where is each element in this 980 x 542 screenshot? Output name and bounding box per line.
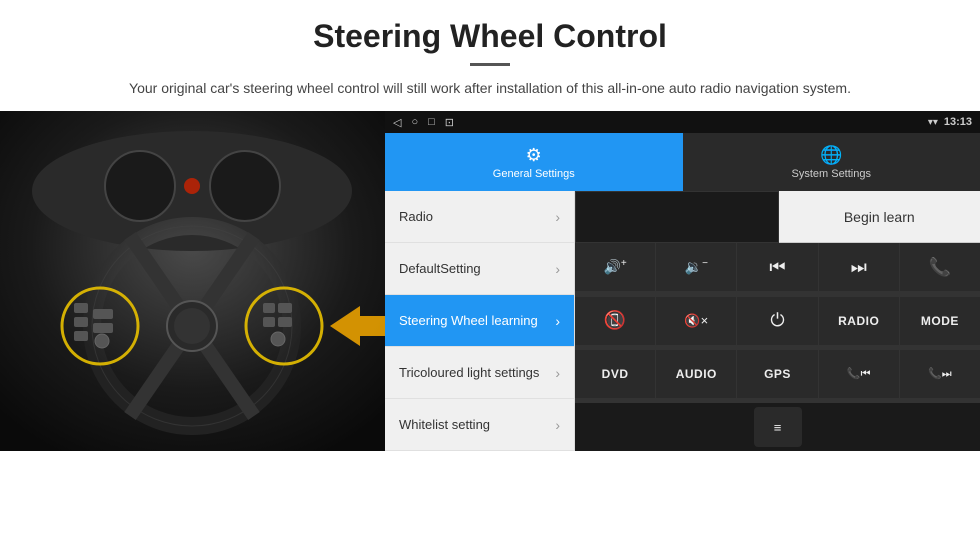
hang-up-button[interactable]: 📵 xyxy=(575,297,655,345)
menu-item-steering-arrow: › xyxy=(555,313,560,329)
menu-item-radio-arrow: › xyxy=(555,209,560,225)
header-section: Steering Wheel Control Your original car… xyxy=(0,0,980,111)
mode-button[interactable]: MODE xyxy=(900,297,980,345)
audio-label: AUDIO xyxy=(676,367,717,381)
status-time: 13:13 xyxy=(944,116,972,128)
empty-slot xyxy=(575,191,779,243)
tel-prev-button[interactable]: 📞⏮ xyxy=(819,350,899,398)
bottom-control-row: ≡ xyxy=(575,403,980,451)
menu-item-tricoloured-label: Tricoloured light settings xyxy=(399,365,539,380)
content-area: ◁ ○ □ ⊡ ▾▾ 13:13 ⚙ General Settings 🌐 Sy… xyxy=(0,111,980,451)
gps-button[interactable]: GPS xyxy=(737,350,817,398)
status-bar: ◁ ○ □ ⊡ ▾▾ 13:13 xyxy=(385,111,980,133)
phone-icon: 📞 xyxy=(929,257,951,278)
volume-up-button[interactable]: 🔊+ xyxy=(575,243,655,291)
menu-item-whitelist-label: Whitelist setting xyxy=(399,417,490,432)
menu-nav-icon[interactable]: ⊡ xyxy=(445,116,454,129)
general-settings-icon: ⚙ xyxy=(526,145,542,166)
tab-bar: ⚙ General Settings 🌐 System Settings xyxy=(385,133,980,191)
phone-button[interactable]: 📞 xyxy=(900,243,980,291)
dvd-label: DVD xyxy=(602,367,629,381)
menu-item-steering-label: Steering Wheel learning xyxy=(399,313,538,328)
begin-learn-row: Begin learn xyxy=(575,191,980,243)
menu-item-whitelist-arrow: › xyxy=(555,417,560,433)
menu-item-tricoloured-arrow: › xyxy=(555,365,560,381)
dvd-button[interactable]: DVD xyxy=(575,350,655,398)
menu-item-steering[interactable]: Steering Wheel learning › xyxy=(385,295,574,347)
wifi-icon: ▾▾ xyxy=(928,117,938,128)
menu-item-default-arrow: › xyxy=(555,261,560,277)
menu-item-radio[interactable]: Radio › xyxy=(385,191,574,243)
begin-learn-button[interactable]: Begin learn xyxy=(779,191,980,243)
list-button[interactable]: ≡ xyxy=(754,407,802,447)
status-bar-nav: ◁ ○ □ ⊡ xyxy=(393,116,454,129)
mute-icon: 🔇× xyxy=(684,313,708,329)
steering-wheel-image xyxy=(0,111,385,451)
volume-up-icon: 🔊+ xyxy=(603,258,626,276)
menu-item-tricoloured[interactable]: Tricoloured light settings › xyxy=(385,347,574,399)
mute-button[interactable]: 🔇× xyxy=(656,297,736,345)
title-divider xyxy=(470,63,510,66)
control-button-grid: 🔊+ 🔉− ⏮ ⏭ 📞 📵 xyxy=(575,243,980,403)
audio-button[interactable]: AUDIO xyxy=(656,350,736,398)
tab-general-label: General Settings xyxy=(493,168,575,180)
menu-items-list: Radio › DefaultSetting › Steering Wheel … xyxy=(385,191,575,451)
next-track-icon: ⏭ xyxy=(851,257,867,278)
tel-prev-icon: 📞⏮ xyxy=(847,367,871,381)
back-nav-icon[interactable]: ◁ xyxy=(393,116,401,129)
page-title: Steering Wheel Control xyxy=(40,18,940,55)
tab-general-settings[interactable]: ⚙ General Settings xyxy=(385,133,683,191)
prev-track-button[interactable]: ⏮ xyxy=(737,243,817,291)
gps-label: GPS xyxy=(764,367,791,381)
home-nav-icon[interactable]: ○ xyxy=(411,116,418,129)
power-icon: ⏻ xyxy=(770,310,784,331)
recents-nav-icon[interactable]: □ xyxy=(428,116,435,129)
tab-system-label: System Settings xyxy=(792,168,871,180)
menu-item-radio-label: Radio xyxy=(399,209,433,224)
radio-label: RADIO xyxy=(838,314,879,328)
list-icon: ≡ xyxy=(774,420,782,435)
control-panel: Begin learn 🔊+ 🔉− ⏮ ⏭ xyxy=(575,191,980,451)
tab-system-settings[interactable]: 🌐 System Settings xyxy=(683,133,980,191)
radio-button[interactable]: RADIO xyxy=(819,297,899,345)
system-settings-icon: 🌐 xyxy=(820,145,842,166)
android-ui: ◁ ○ □ ⊡ ▾▾ 13:13 ⚙ General Settings 🌐 Sy… xyxy=(385,111,980,451)
power-button[interactable]: ⏻ xyxy=(737,297,817,345)
subtitle-text: Your original car's steering wheel contr… xyxy=(40,78,940,99)
menu-item-default-label: DefaultSetting xyxy=(399,261,481,276)
menu-item-whitelist[interactable]: Whitelist setting › xyxy=(385,399,574,451)
volume-down-icon: 🔉− xyxy=(685,258,708,276)
tel-next-icon: 📞⏭ xyxy=(928,367,952,381)
status-bar-indicators: ▾▾ 13:13 xyxy=(928,116,972,128)
menu-item-default[interactable]: DefaultSetting › xyxy=(385,243,574,295)
tel-next-button[interactable]: 📞⏭ xyxy=(900,350,980,398)
mode-label: MODE xyxy=(921,314,959,328)
next-track-button[interactable]: ⏭ xyxy=(819,243,899,291)
menu-list: Radio › DefaultSetting › Steering Wheel … xyxy=(385,191,980,451)
prev-track-icon: ⏮ xyxy=(769,257,785,278)
hang-up-icon: 📵 xyxy=(604,310,626,331)
volume-down-button[interactable]: 🔉− xyxy=(656,243,736,291)
